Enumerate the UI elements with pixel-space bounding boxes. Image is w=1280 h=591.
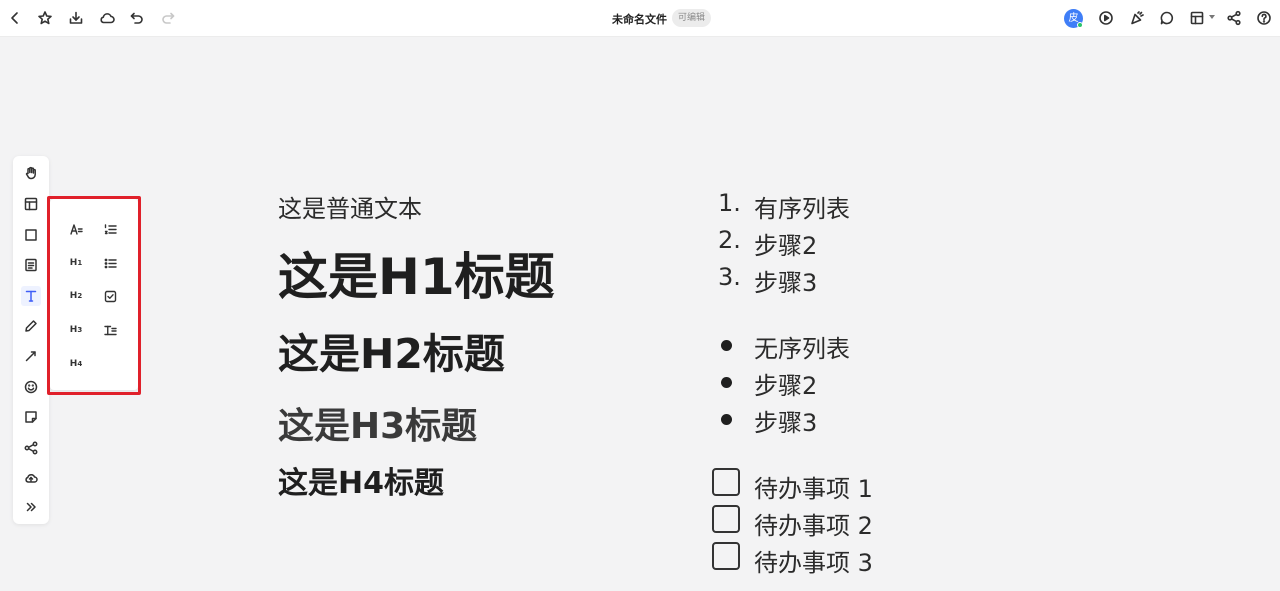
- bullet-dot: [721, 377, 732, 388]
- heading-1-block[interactable]: 这是H1标题: [278, 237, 555, 309]
- celebrate-icon[interactable]: [1127, 8, 1147, 28]
- ordered-list-icon[interactable]: [98, 218, 122, 240]
- edit-permission-badge: 可编辑: [672, 9, 712, 27]
- todo-item-text: 待办事项 1: [754, 475, 873, 503]
- heading-1-level: 1: [77, 259, 83, 267]
- heading-4-label: H: [69, 359, 78, 369]
- shape-icon[interactable]: [21, 225, 41, 245]
- heading-3-label: H: [69, 325, 78, 335]
- heading-3-level: 3: [77, 326, 83, 334]
- list-number: 3.: [718, 263, 741, 291]
- layout-dropdown-caret[interactable]: [1209, 15, 1215, 19]
- text-icon[interactable]: [21, 286, 41, 306]
- upload-icon[interactable]: [21, 468, 41, 488]
- help-icon[interactable]: [1254, 8, 1274, 28]
- sticky-icon[interactable]: [21, 407, 41, 427]
- redo-icon[interactable]: [158, 8, 178, 28]
- todo-list-icon[interactable]: [98, 285, 122, 307]
- list-number: 2.: [718, 226, 741, 254]
- heading-2-level: 2: [77, 292, 83, 300]
- todo-checkbox[interactable]: [712, 505, 740, 533]
- heading-4-block[interactable]: 这是H4标题: [278, 458, 444, 502]
- todo-item-text: 待办事项 2: [754, 512, 873, 540]
- text-format-panel: H1 H2 H3 H4: [50, 199, 138, 390]
- list-item-text: 步骤3: [754, 269, 818, 297]
- list-item-text: 步骤2: [754, 232, 818, 260]
- bullet-list-icon[interactable]: [98, 252, 122, 274]
- heading-2-label: H: [69, 291, 78, 301]
- note-icon[interactable]: [21, 255, 41, 275]
- heading-3-option[interactable]: H3: [64, 319, 88, 341]
- template-icon[interactable]: [21, 194, 41, 214]
- cloud-icon[interactable]: [97, 8, 117, 28]
- layout-icon[interactable]: [1187, 8, 1207, 28]
- list-item-text: 步骤3: [754, 409, 818, 437]
- heading-2-block[interactable]: 这是H2标题: [278, 320, 505, 380]
- more-icon[interactable]: [21, 497, 41, 517]
- list-item-text: 有序列表: [754, 195, 850, 223]
- download-icon[interactable]: [66, 8, 86, 28]
- comment-icon[interactable]: [1157, 8, 1177, 28]
- heading-3-block[interactable]: 这是H3标题: [278, 397, 477, 449]
- todo-checkbox[interactable]: [712, 542, 740, 570]
- share-icon[interactable]: [1224, 8, 1244, 28]
- present-icon[interactable]: [1096, 8, 1116, 28]
- heading-1-option[interactable]: H1: [64, 252, 88, 274]
- todo-checkbox[interactable]: [712, 468, 740, 496]
- heading-2-option[interactable]: H2: [64, 285, 88, 307]
- list-number: 1.: [718, 189, 741, 217]
- online-status-dot: [1077, 22, 1083, 28]
- top-bar: 未命名文件 可编辑 皮: [0, 0, 1280, 37]
- body-text-style-icon[interactable]: [64, 218, 88, 240]
- todo-item-text: 待办事项 3: [754, 549, 873, 577]
- normal-text-block[interactable]: 这是普通文本: [278, 189, 422, 224]
- document-title[interactable]: 未命名文件: [612, 11, 667, 27]
- text-align-icon[interactable]: [98, 319, 122, 341]
- star-icon[interactable]: [35, 8, 55, 28]
- back-icon[interactable]: [5, 8, 25, 28]
- heading-1-label: H: [69, 258, 78, 268]
- bullet-dot: [721, 340, 732, 351]
- mindmap-icon[interactable]: [21, 438, 41, 458]
- left-toolbar: [13, 156, 49, 524]
- heading-4-level: 4: [77, 360, 83, 368]
- list-item-text: 步骤2: [754, 372, 818, 400]
- emoji-icon[interactable]: [21, 377, 41, 397]
- bullet-dot: [721, 414, 732, 425]
- list-item-text: 无序列表: [754, 335, 850, 363]
- connector-icon[interactable]: [21, 346, 41, 366]
- hand-icon[interactable]: [21, 163, 41, 183]
- undo-icon[interactable]: [127, 8, 147, 28]
- pen-icon[interactable]: [21, 316, 41, 336]
- heading-4-option[interactable]: H4: [64, 353, 88, 375]
